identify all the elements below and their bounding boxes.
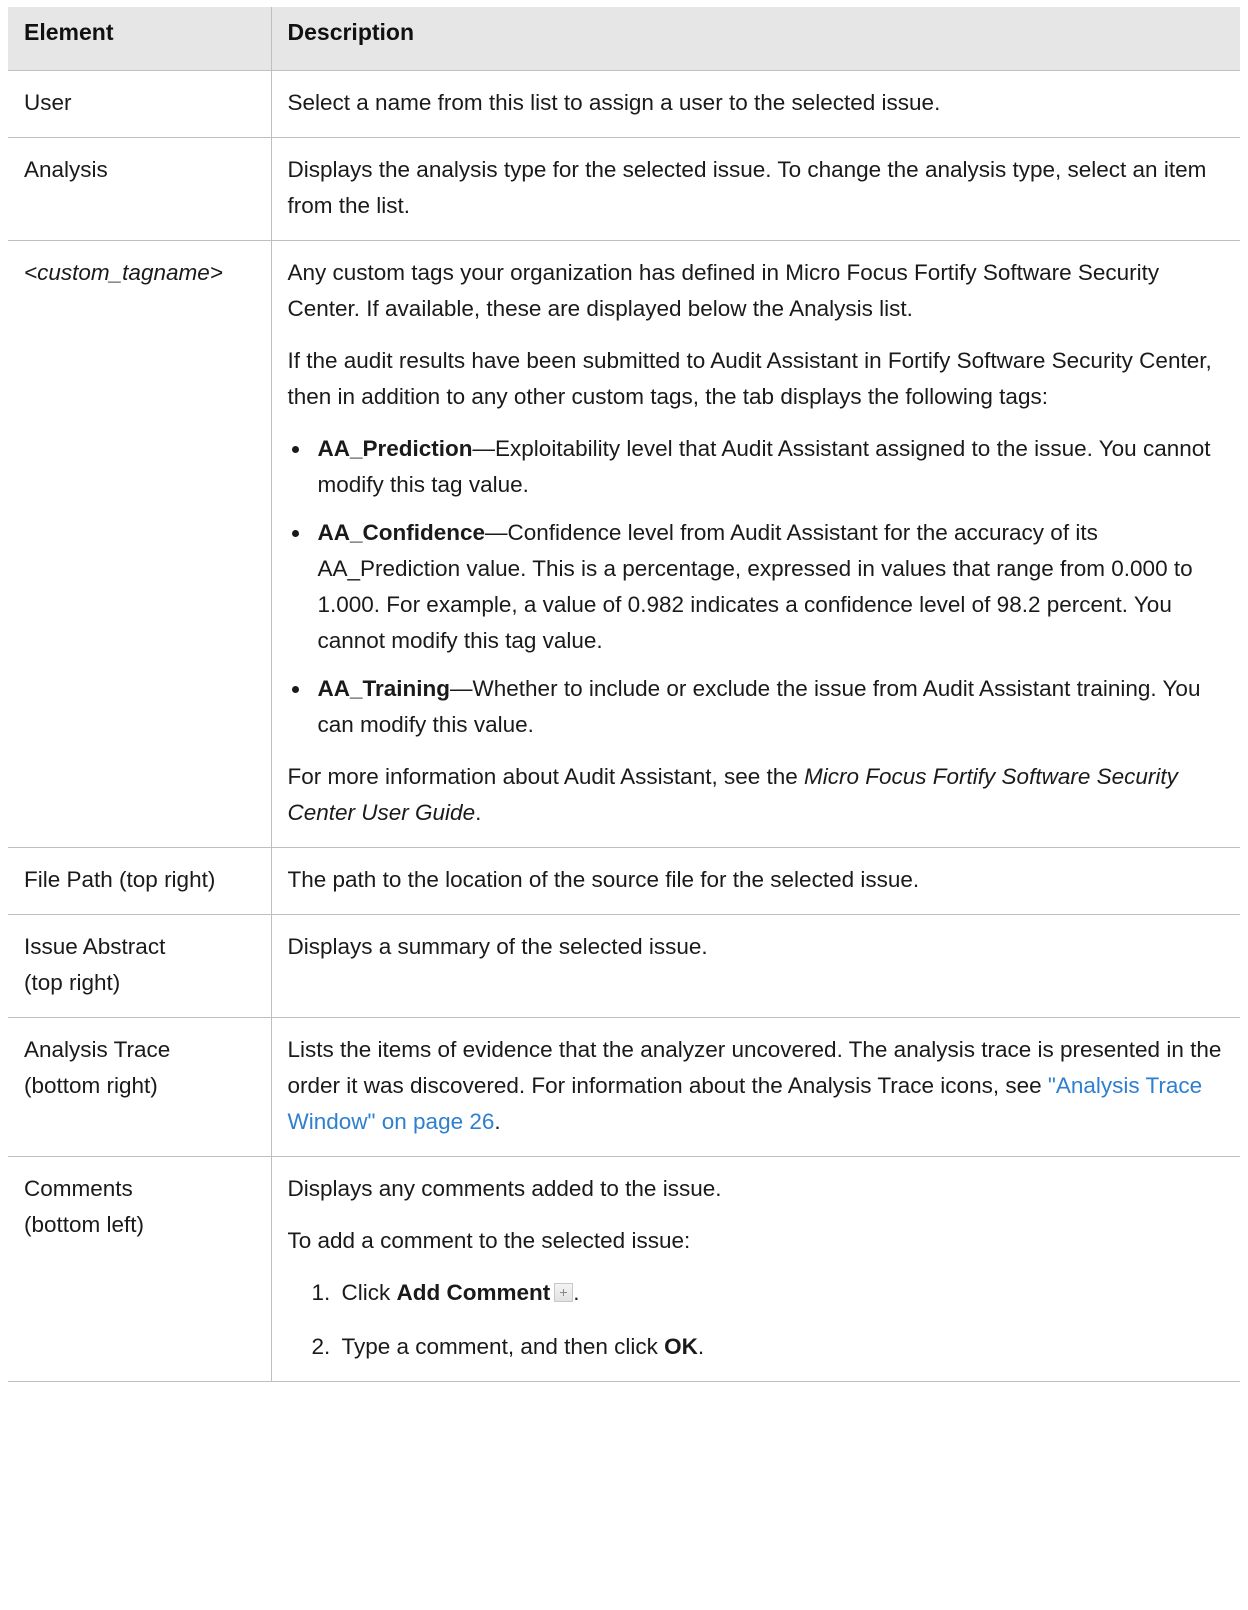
step-item: 1. Click Add Comment.	[312, 1275, 1225, 1311]
element-location: (bottom left)	[24, 1211, 145, 1237]
element-name: Analysis	[24, 156, 108, 182]
tag-term: AA_Confidence	[317, 519, 486, 545]
table-row-comments: Comments (bottom left) Displays any comm…	[8, 1155, 1240, 1382]
element-cell: <custom_tagname>	[8, 239, 272, 848]
step-number: 1.	[311, 1279, 331, 1305]
description-end: .	[494, 1108, 501, 1134]
list-item: AA_Prediction—Exploitability level that …	[291, 431, 1225, 503]
element-cell: Issue Abstract (top right)	[8, 913, 272, 1018]
header-description: Description	[270, 7, 1240, 71]
step-item: 2. Type a comment, and then click OK.	[312, 1329, 1225, 1365]
table-row-custom-tagname: <custom_tagname> Any custom tags your or…	[8, 239, 1240, 848]
reference-text: For more information about Audit Assista…	[287, 763, 805, 789]
description-text: Select a name from this list to assign a…	[287, 89, 941, 115]
description-cell: Displays any comments added to the issue…	[270, 1155, 1240, 1382]
element-cell: Analysis	[8, 136, 272, 241]
description-text: Displays the analysis type for the selec…	[287, 156, 1207, 218]
reference-end: .	[475, 799, 482, 825]
description-paragraph: Displays any comments added to the issue…	[287, 1175, 722, 1201]
tag-term: AA_Training	[317, 675, 451, 701]
step-text: Type a comment, and then click	[341, 1333, 665, 1359]
plus-icon	[554, 1282, 574, 1302]
step-number: 2.	[311, 1333, 331, 1359]
step-text: Click	[341, 1279, 397, 1305]
description-cell: Any custom tags your organization has de…	[270, 239, 1240, 848]
steps-list: 1. Click Add Comment. 2. Type a comment,…	[288, 1275, 1225, 1365]
description-text: The path to the location of the source f…	[287, 866, 920, 892]
element-location: (top right)	[24, 969, 121, 995]
table-row-file-path: File Path (top right) The path to the lo…	[8, 846, 1240, 915]
list-item: AA_Confidence—Confidence level from Audi…	[291, 515, 1225, 659]
bullet-icon	[291, 445, 299, 453]
element-name: <custom_tagname>	[24, 259, 223, 285]
description-cell: The path to the location of the source f…	[270, 846, 1240, 915]
description-cell: Displays the analysis type for the selec…	[270, 136, 1240, 241]
add-comment-label: Add Comment	[396, 1279, 551, 1305]
tag-description: —Whether to include or exclude the issue…	[317, 675, 1201, 737]
description-cell: Lists the items of evidence that the ana…	[270, 1016, 1240, 1157]
element-cell: File Path (top right)	[8, 846, 272, 915]
ok-label: OK	[664, 1333, 698, 1359]
description-paragraph: If the audit results have been submitted…	[287, 347, 1212, 409]
element-name: Issue Abstract	[24, 933, 166, 959]
description-text: Lists the items of evidence that the ana…	[288, 1032, 1225, 1140]
description-paragraph: To add a comment to the selected issue:	[287, 1227, 691, 1253]
bullet-icon	[291, 685, 299, 693]
tag-term: AA_Prediction	[317, 435, 473, 461]
element-location: (bottom right)	[24, 1072, 158, 1098]
element-name: User	[24, 89, 72, 115]
description-paragraph: For more information about Audit Assista…	[288, 759, 1225, 831]
table-row-analysis: Analysis Displays the analysis type for …	[8, 136, 1240, 241]
description-paragraph: Any custom tags your organization has de…	[287, 259, 1160, 321]
element-name: Analysis Trace	[24, 1036, 171, 1062]
element-description-table: Element Description User Select a name f…	[8, 7, 1240, 1382]
element-cell: User	[8, 69, 272, 138]
description-cell: Select a name from this list to assign a…	[270, 69, 1240, 138]
table-row-issue-abstract: Issue Abstract (top right) Displays a su…	[8, 913, 1240, 1018]
list-item: AA_Training—Whether to include or exclud…	[291, 671, 1225, 743]
header-element: Element	[8, 7, 272, 71]
header-row: Element Description	[8, 7, 1240, 71]
element-name: File Path (top right)	[24, 866, 216, 892]
bullet-icon	[291, 529, 299, 537]
element-cell: Comments (bottom left)	[8, 1155, 272, 1382]
table-row-user: User Select a name from this list to ass…	[8, 69, 1240, 138]
table-row-analysis-trace: Analysis Trace (bottom right) Lists the …	[8, 1016, 1240, 1157]
element-name: Comments	[24, 1175, 133, 1201]
description-text: Displays a summary of the selected issue…	[287, 933, 708, 959]
description-cell: Displays a summary of the selected issue…	[270, 913, 1240, 1018]
tag-list: AA_Prediction—Exploitability level that …	[288, 431, 1225, 743]
element-cell: Analysis Trace (bottom right)	[8, 1016, 272, 1157]
step-end: .	[573, 1279, 580, 1305]
step-end: .	[697, 1333, 705, 1359]
